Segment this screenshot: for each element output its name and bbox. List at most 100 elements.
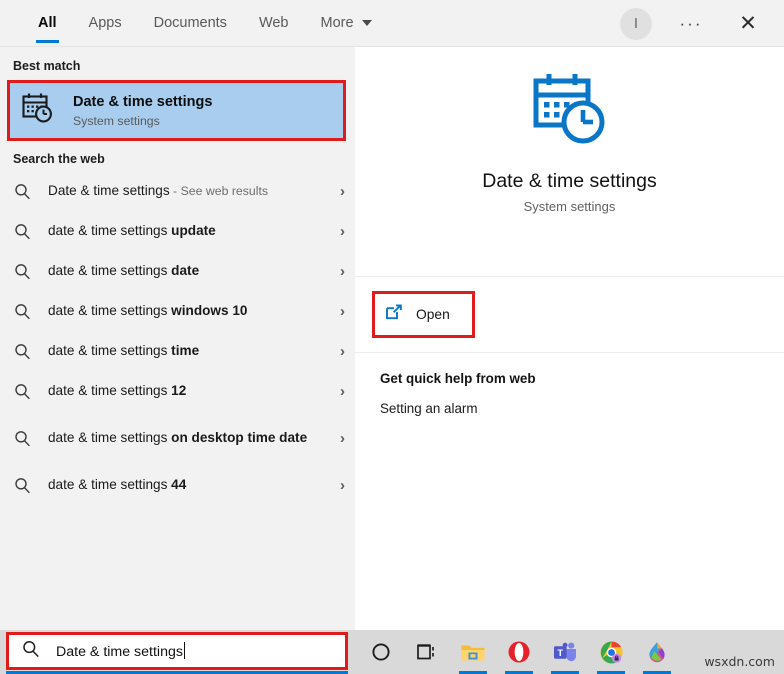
best-match-result-item[interactable]: Date & time settings System settings bbox=[10, 83, 343, 138]
avatar[interactable]: I bbox=[620, 7, 652, 40]
search-icon bbox=[22, 640, 40, 663]
chevron-right-icon[interactable]: › bbox=[332, 430, 345, 447]
web-result-label: date & time settings update bbox=[48, 222, 332, 240]
best-match-text: Date & time settings System settings bbox=[73, 93, 212, 127]
search-icon bbox=[14, 430, 31, 447]
search-input[interactable]: Date & time settings bbox=[9, 635, 345, 667]
tab-documents-label: Documents bbox=[153, 15, 227, 31]
web-result-label: date & time settings date bbox=[48, 262, 332, 280]
search-icon bbox=[14, 303, 31, 320]
web-result-prefix: date & time settings bbox=[48, 476, 172, 492]
search-icon bbox=[14, 383, 31, 400]
chevron-right-icon[interactable]: › bbox=[332, 303, 345, 320]
web-result-item[interactable]: Date & time settings - See web results › bbox=[0, 171, 355, 211]
web-result-suffix: windows 10 bbox=[171, 302, 248, 318]
chevron-right-icon[interactable]: › bbox=[332, 223, 345, 240]
search-icon bbox=[14, 223, 31, 240]
cortana-icon[interactable] bbox=[358, 630, 404, 674]
tab-apps-label: Apps bbox=[88, 15, 122, 31]
web-result-label: date & time settings on desktop time dat… bbox=[48, 429, 332, 447]
web-result-suffix: 44 bbox=[171, 476, 187, 492]
web-result-suffix: update bbox=[171, 222, 216, 238]
preview-hero: Date & time settings System settings bbox=[355, 47, 784, 277]
chevron-down-icon bbox=[361, 20, 372, 26]
best-match-heading: Best match bbox=[13, 59, 81, 73]
file-explorer-icon[interactable] bbox=[450, 630, 496, 674]
google-chrome-icon[interactable] bbox=[588, 630, 634, 674]
best-match-title: Date & time settings bbox=[73, 94, 213, 111]
search-input-value: Date & time settings bbox=[56, 642, 185, 660]
tab-more[interactable]: More bbox=[305, 0, 388, 47]
web-result-prefix: date & time settings bbox=[48, 302, 172, 318]
opera-icon[interactable] bbox=[496, 630, 542, 674]
web-result-item[interactable]: date & time settings time › bbox=[0, 331, 355, 371]
best-match-subtitle: System settings bbox=[73, 113, 160, 128]
calendar-clock-icon bbox=[21, 91, 55, 130]
chevron-right-icon[interactable]: › bbox=[332, 477, 345, 494]
paint-app-icon[interactable] bbox=[634, 630, 680, 674]
close-icon[interactable]: ✕ bbox=[728, 4, 768, 44]
tab-apps[interactable]: Apps bbox=[73, 0, 138, 47]
preview-title: Date & time settings bbox=[482, 170, 657, 192]
tab-web-label: Web bbox=[258, 15, 289, 31]
calendar-clock-icon bbox=[528, 67, 612, 156]
web-result-prefix: date & time settings bbox=[48, 429, 172, 445]
web-result-item[interactable]: date & time settings update › bbox=[0, 211, 355, 251]
chevron-right-icon[interactable]: › bbox=[332, 263, 345, 280]
search-input-annotation-box: Date & time settings bbox=[6, 632, 348, 670]
search-icon bbox=[14, 343, 31, 360]
search-value-text: Date & time settings bbox=[56, 644, 183, 660]
web-results-list: Date & time settings - See web results ›… bbox=[0, 171, 355, 505]
tab-documents[interactable]: Documents bbox=[138, 0, 243, 47]
search-icon bbox=[14, 263, 31, 280]
web-result-label: date & time settings time bbox=[48, 342, 332, 360]
tab-web[interactable]: Web bbox=[243, 0, 305, 47]
web-result-suffix: date bbox=[171, 262, 200, 278]
web-result-item[interactable]: date & time settings 44 › bbox=[0, 465, 355, 505]
more-options-icon[interactable]: ··· bbox=[674, 7, 708, 41]
web-result-label: date & time settings windows 10 bbox=[48, 302, 332, 320]
task-view-icon[interactable] bbox=[404, 630, 450, 674]
results-panel: Best match Date & time settings System s… bbox=[0, 47, 355, 630]
taskbar-icons: T bbox=[358, 630, 680, 674]
search-icon bbox=[14, 183, 31, 200]
web-result-prefix: date & time settings bbox=[48, 342, 172, 358]
web-result-item[interactable]: date & time settings on desktop time dat… bbox=[0, 411, 355, 465]
web-result-label: date & time settings 12 bbox=[48, 382, 332, 400]
quick-help-link[interactable]: Setting an alarm bbox=[355, 386, 784, 416]
web-result-prefix: date & time settings bbox=[48, 262, 172, 278]
web-result-item[interactable]: date & time settings 12 › bbox=[0, 371, 355, 411]
web-result-label: date & time settings 44 bbox=[48, 476, 332, 494]
tab-all[interactable]: All bbox=[22, 0, 73, 47]
best-match-annotation-box: Date & time settings System settings bbox=[7, 80, 346, 141]
web-result-prefix: Date & time settings bbox=[48, 182, 170, 198]
open-button-annotation-box: Open bbox=[372, 291, 475, 338]
web-result-item[interactable]: date & time settings date › bbox=[0, 251, 355, 291]
open-external-icon bbox=[385, 303, 403, 326]
web-result-item[interactable]: date & time settings windows 10 › bbox=[0, 291, 355, 331]
text-cursor bbox=[183, 642, 185, 659]
web-result-trailing: - See web results bbox=[169, 183, 269, 198]
web-result-suffix: time bbox=[171, 342, 200, 358]
preview-subtitle: System settings bbox=[523, 199, 616, 214]
web-result-suffix: on desktop time date bbox=[171, 429, 308, 445]
microsoft-teams-icon[interactable]: T bbox=[542, 630, 588, 674]
more-options-label: ··· bbox=[679, 13, 703, 33]
open-button-label: Open bbox=[416, 307, 450, 322]
tab-list: All Apps Documents Web More bbox=[0, 0, 388, 47]
site-watermark: wsxdn.com bbox=[704, 654, 775, 669]
web-result-label: Date & time settings - See web results bbox=[48, 182, 332, 200]
open-button[interactable]: Open bbox=[375, 294, 472, 335]
chevron-right-icon[interactable]: › bbox=[332, 383, 345, 400]
search-icon bbox=[14, 477, 31, 494]
search-the-web-heading: Search the web bbox=[13, 152, 105, 166]
chevron-right-icon[interactable]: › bbox=[332, 343, 345, 360]
web-result-prefix: date & time settings bbox=[48, 382, 172, 398]
chevron-right-icon[interactable]: › bbox=[332, 183, 345, 200]
windows-search-flyout: All Apps Documents Web More I ··· ✕ Best… bbox=[0, 0, 784, 674]
avatar-letter: I bbox=[633, 15, 639, 32]
window-controls: I ··· ✕ bbox=[620, 0, 784, 47]
close-label: ✕ bbox=[739, 12, 757, 35]
svg-text:T: T bbox=[557, 646, 563, 657]
web-result-suffix: 12 bbox=[171, 382, 187, 398]
